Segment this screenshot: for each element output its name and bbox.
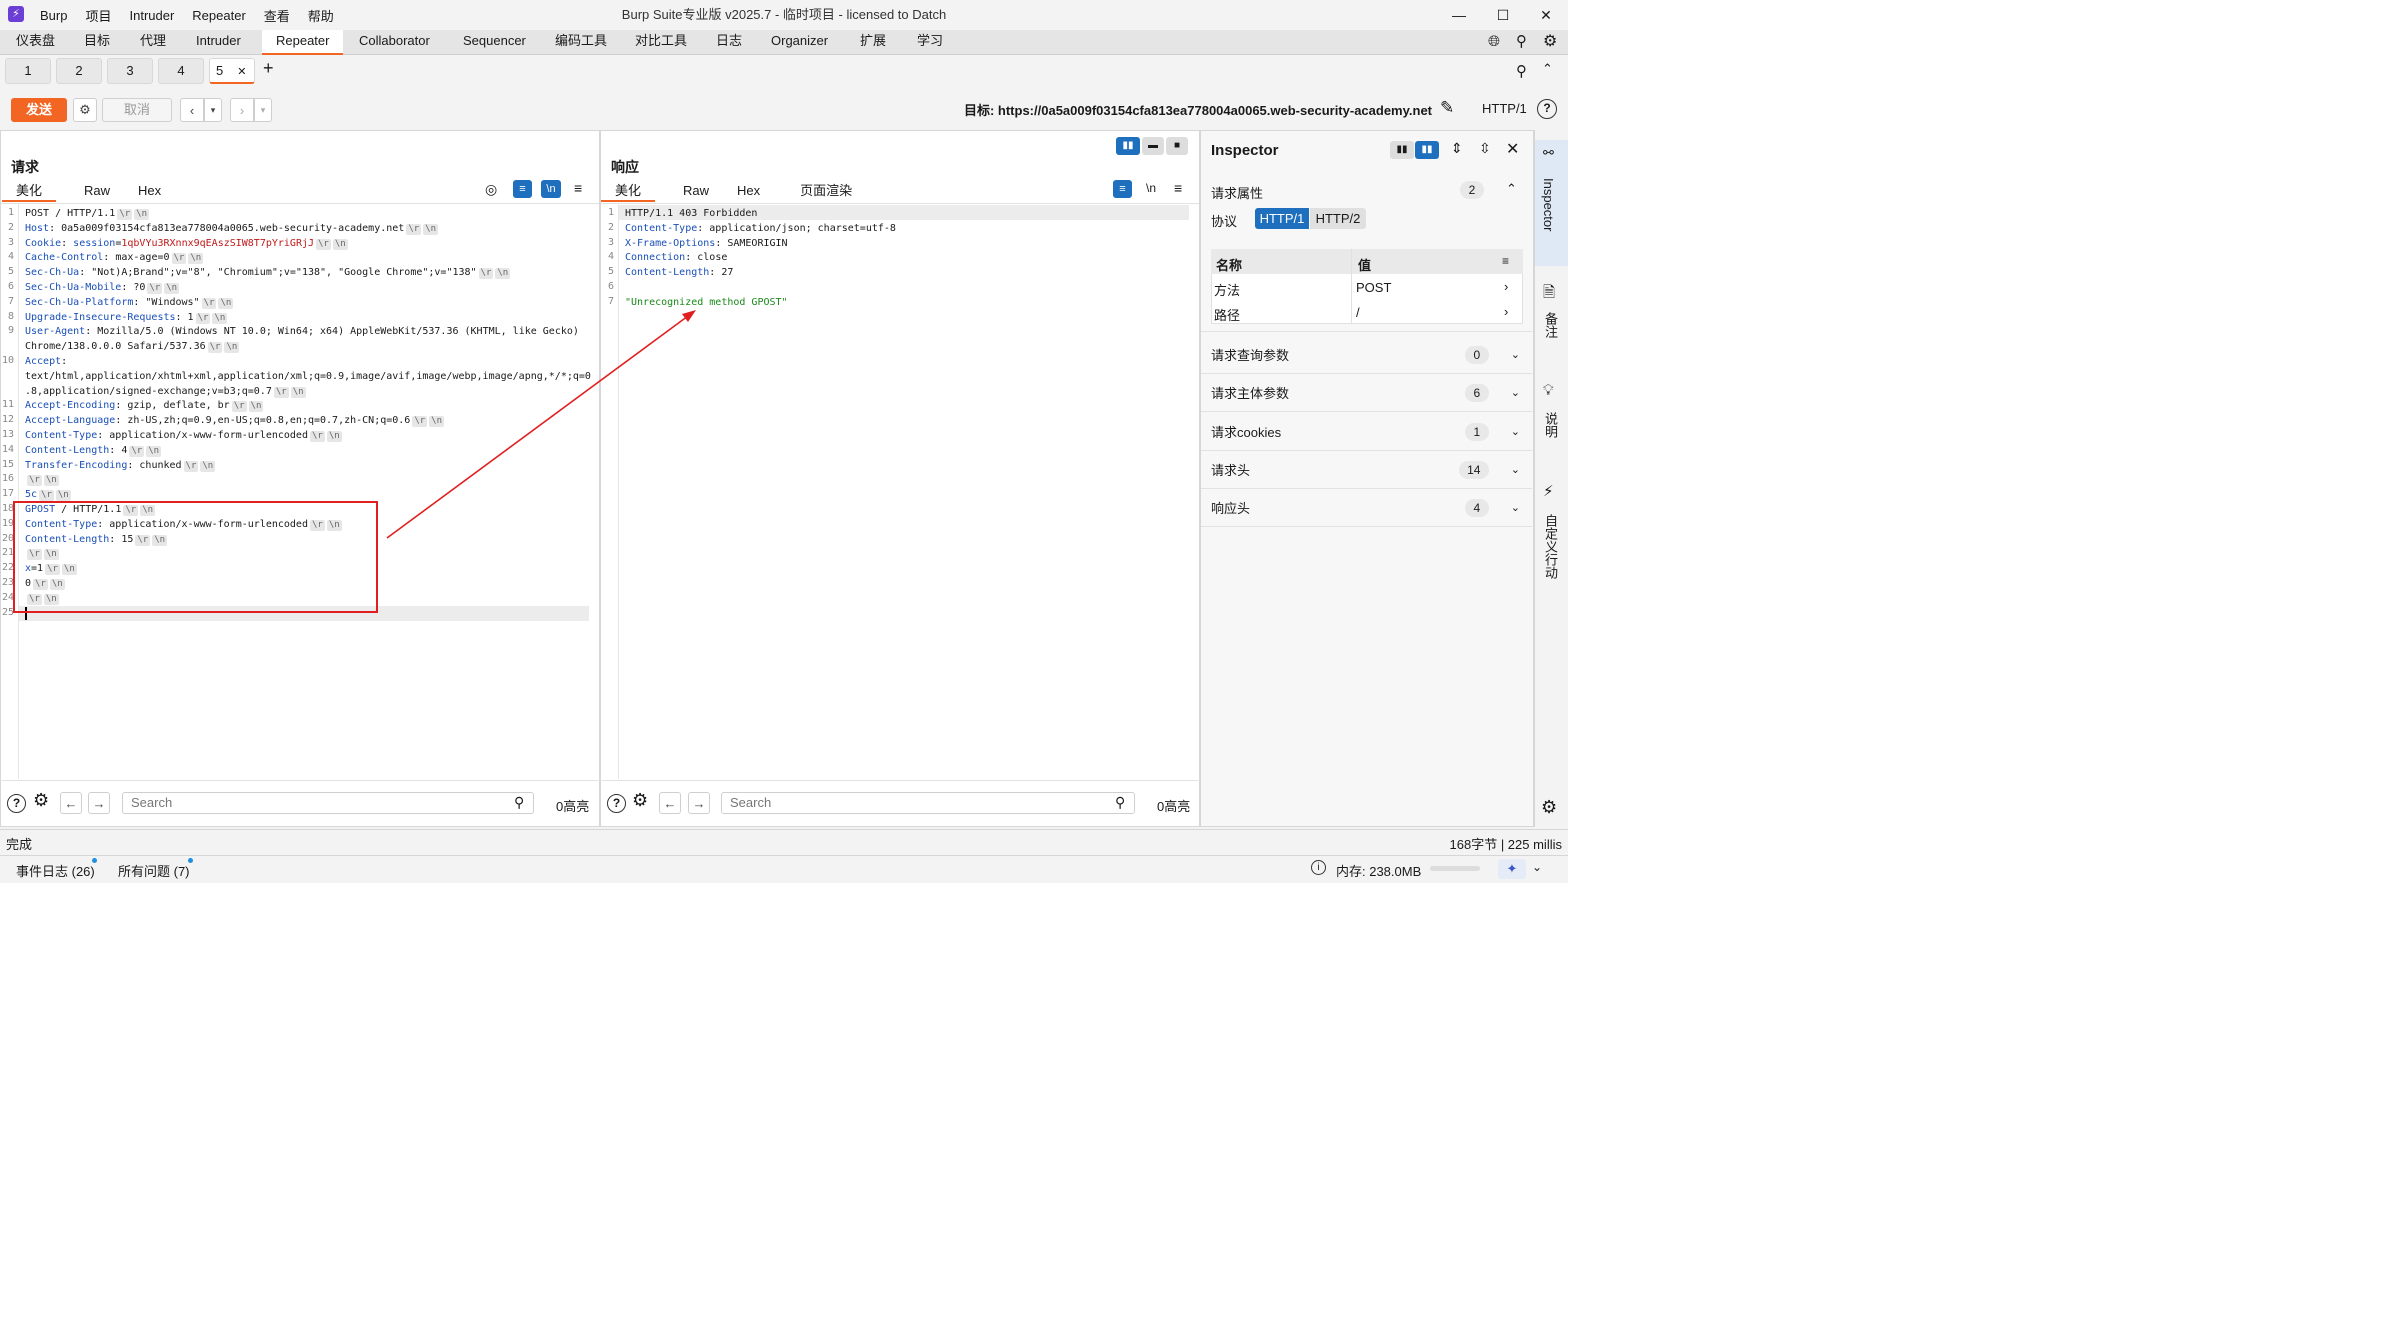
chevron-down-icon[interactable]: ⌄ bbox=[1532, 860, 1542, 874]
sidebar-custom-actions[interactable]: 自定义行动 bbox=[1541, 514, 1560, 579]
inspector-section-query-params[interactable]: 请求查询参数 0 ⌄ bbox=[1201, 336, 1532, 374]
lightning-icon[interactable]: ⚡︎ bbox=[1543, 482, 1554, 500]
chevron-up-icon[interactable]: ⌃ bbox=[1506, 181, 1517, 197]
ai-sparkle-icon[interactable]: ✦ bbox=[1498, 859, 1526, 879]
chevron-down-icon[interactable]: ⌄ bbox=[1511, 386, 1520, 399]
col-name-header: 名称 bbox=[1216, 258, 1243, 273]
chevron-right-icon[interactable]: › bbox=[1504, 279, 1508, 294]
section-count: 4 bbox=[1464, 498, 1489, 517]
memory-bar bbox=[1430, 866, 1480, 871]
inspector-section-response-headers[interactable]: 响应头 4 ⌄ bbox=[1201, 489, 1532, 527]
response-stats: 168字节 | 225 millis bbox=[1449, 837, 1562, 852]
event-log-dot bbox=[92, 858, 97, 863]
inspector-section-cookies[interactable]: 请求cookies 1 ⌄ bbox=[1201, 413, 1532, 451]
sidebar-settings-icon[interactable]: ⚙ bbox=[1541, 797, 1557, 818]
all-issues-link[interactable]: 所有问题 (7) bbox=[118, 861, 190, 880]
col-value-header: 值 bbox=[1358, 258, 1372, 273]
sidebar-explanation[interactable]: 说明 bbox=[1541, 412, 1560, 438]
collapse-all-icon[interactable]: ⇳ bbox=[1479, 140, 1491, 157]
chevron-right-icon[interactable]: › bbox=[1504, 304, 1508, 319]
inspector-icon[interactable]: ⚯ bbox=[1543, 145, 1554, 161]
attr-value[interactable]: POST bbox=[1356, 280, 1391, 295]
section-count: 6 bbox=[1464, 383, 1489, 402]
inspector-layout-icon[interactable]: ▮▮ bbox=[1390, 141, 1414, 159]
status-text: 完成 bbox=[6, 837, 33, 852]
inspector-layout-active-icon[interactable]: ▮▮ bbox=[1415, 141, 1439, 159]
section-label: 请求主体参数 bbox=[1211, 386, 1290, 401]
protocol-field-label: 协议 bbox=[1211, 214, 1238, 229]
section-count: 14 bbox=[1458, 460, 1489, 479]
section-label: 请求头 bbox=[1211, 463, 1251, 478]
memory-usage: 内存: 238.0MB bbox=[1336, 864, 1422, 879]
section-label: 请求cookies bbox=[1211, 425, 1282, 440]
attr-value[interactable]: / bbox=[1356, 305, 1360, 320]
section-label: 请求查询参数 bbox=[1211, 348, 1290, 363]
bottom-bar bbox=[0, 855, 1568, 883]
chevron-down-icon[interactable]: ⌄ bbox=[1511, 463, 1520, 476]
protocol-http1-option[interactable]: HTTP/1 bbox=[1255, 208, 1309, 229]
request-attributes-label[interactable]: 请求属性 bbox=[1211, 183, 1263, 202]
attr-name: 路径 bbox=[1214, 308, 1241, 323]
expand-all-icon[interactable]: ⇕ bbox=[1451, 140, 1463, 157]
protocol-http2-option[interactable]: HTTP/2 bbox=[1310, 208, 1366, 229]
lightbulb-icon[interactable]: 💡︎ bbox=[1543, 382, 1554, 399]
attr-name: 方法 bbox=[1214, 283, 1241, 298]
section-count: 0 bbox=[1464, 345, 1489, 364]
info-icon[interactable]: i bbox=[1311, 860, 1326, 875]
section-count: 1 bbox=[1464, 422, 1489, 441]
inspector-section-body-params[interactable]: 请求主体参数 6 ⌄ bbox=[1201, 374, 1532, 412]
chevron-down-icon[interactable]: ⌄ bbox=[1511, 348, 1520, 361]
column-divider bbox=[1351, 249, 1352, 324]
request-attributes-count: 2 bbox=[1460, 181, 1484, 199]
notes-icon[interactable]: 🗎︎ bbox=[1543, 282, 1555, 307]
sidebar-inspector[interactable]: Inspector bbox=[1541, 178, 1556, 231]
chevron-down-icon[interactable]: ⌄ bbox=[1511, 501, 1520, 514]
issues-dot bbox=[188, 858, 193, 863]
status-bar bbox=[0, 829, 1568, 854]
inspector-section-request-headers[interactable]: 请求头 14 ⌄ bbox=[1201, 451, 1532, 489]
inspector-title: Inspector bbox=[1211, 142, 1279, 159]
table-menu-icon[interactable]: ≡ bbox=[1502, 254, 1509, 268]
close-inspector-icon[interactable]: ✕ bbox=[1506, 139, 1519, 159]
section-label: 响应头 bbox=[1211, 501, 1251, 516]
event-log-link[interactable]: 事件日志 (26) bbox=[16, 861, 95, 880]
sidebar-notes[interactable]: 备注 bbox=[1541, 312, 1560, 338]
chevron-down-icon[interactable]: ⌄ bbox=[1511, 425, 1520, 438]
